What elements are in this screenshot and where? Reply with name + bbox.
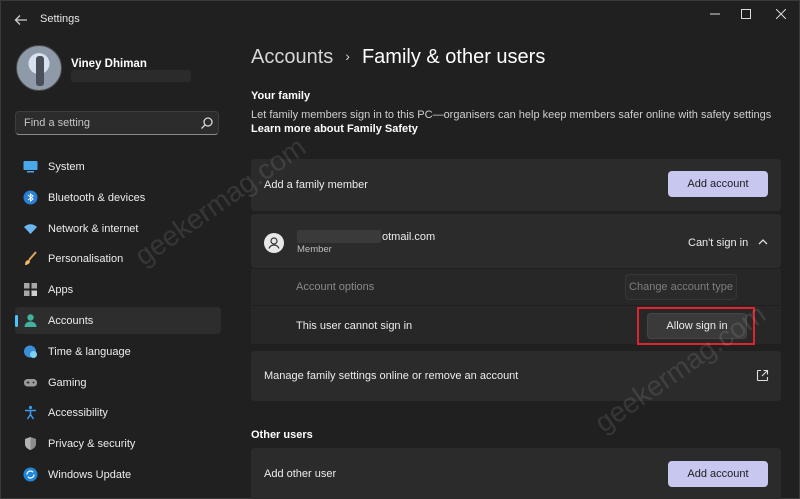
bluetooth-icon — [23, 190, 38, 205]
back-button[interactable] — [11, 10, 31, 30]
wifi-icon — [24, 223, 37, 234]
sidebar-item-apps[interactable]: Apps — [15, 276, 221, 303]
add-other-user-card: Add other user Add account — [251, 448, 781, 499]
sidebar-item-label: Apps — [48, 284, 74, 297]
breadcrumb-separator: › — [345, 48, 350, 64]
maximize-icon — [741, 9, 751, 19]
minimize-icon — [710, 13, 720, 15]
title-bar: Settings — [1, 1, 800, 39]
profile-email-redacted — [71, 70, 191, 82]
sidebar-item-label: Accounts — [48, 314, 94, 327]
sidebar-item-label: Time & language — [48, 345, 131, 358]
active-indicator — [15, 314, 18, 327]
change-account-type-button[interactable]: Change account type — [625, 274, 737, 300]
globe-clock-icon — [24, 345, 37, 358]
sidebar-item-label: Gaming — [48, 376, 87, 389]
email-redacted — [297, 230, 381, 243]
close-icon — [775, 8, 787, 20]
add-family-account-button[interactable]: Add account — [668, 171, 768, 197]
sidebar-item-label: Bluetooth & devices — [48, 191, 146, 204]
member-role: Member — [297, 244, 332, 255]
search-icon[interactable] — [200, 116, 214, 130]
gamepad-icon — [24, 378, 37, 387]
brush-icon — [25, 251, 37, 266]
family-member-card[interactable]: otmail.com Member Can't sign in — [251, 214, 781, 268]
sidebar-item-accessibility[interactable]: Accessibility — [15, 399, 221, 426]
sidebar-item-privacy[interactable]: Privacy & security — [15, 430, 221, 457]
close-button[interactable] — [764, 5, 798, 25]
your-family-heading: Your family — [251, 90, 311, 102]
person-icon — [24, 314, 37, 327]
highlight-box — [637, 307, 755, 345]
breadcrumb: Accounts › Family & other users — [251, 46, 545, 69]
user-icon — [268, 237, 280, 249]
manage-family-card[interactable]: Manage family settings online or remove … — [251, 351, 781, 401]
external-link-icon[interactable] — [756, 369, 769, 382]
sidebar-item-gaming[interactable]: Gaming — [15, 369, 221, 396]
breadcrumb-parent[interactable]: Accounts — [251, 46, 333, 68]
add-family-member-card: Add a family member Add account — [251, 159, 781, 211]
account-options-label: Account options — [296, 281, 375, 293]
update-icon — [23, 467, 38, 482]
sidebar-item-label: System — [48, 161, 85, 173]
sidebar-item-label: Windows Update — [48, 468, 132, 481]
app-title: Settings — [40, 13, 80, 25]
sidebar-item-label: Privacy & security — [48, 438, 136, 451]
profile-name: Viney Dhiman — [71, 58, 147, 70]
manage-family-label: Manage family settings online or remove … — [264, 370, 519, 382]
sidebar-item-label: Accessibility — [48, 407, 108, 420]
add-family-member-label: Add a family member — [264, 179, 368, 191]
shield-icon — [25, 437, 36, 451]
back-arrow-icon — [14, 15, 27, 25]
sidebar-nav: System Bluetooth & devices Network & int… — [15, 153, 221, 492]
account-options-row: Account options Change account type — [251, 269, 781, 305]
sidebar-item-accounts[interactable]: Accounts — [15, 306, 221, 334]
sidebar-item-bluetooth[interactable]: Bluetooth & devices — [15, 184, 221, 211]
sidebar-item-system[interactable]: System — [15, 153, 221, 180]
sidebar-item-network[interactable]: Network & internet — [15, 215, 221, 242]
page-title: Family & other users — [361, 46, 546, 68]
search-input[interactable] — [24, 115, 194, 131]
sidebar-item-personalisation[interactable]: Personalisation — [15, 245, 221, 272]
other-users-heading: Other users — [251, 429, 313, 441]
minimize-button[interactable] — [698, 5, 732, 25]
learn-more-link[interactable]: Learn more about Family Safety — [251, 123, 418, 135]
member-email: otmail.com — [382, 231, 436, 243]
member-avatar — [264, 233, 284, 253]
maximize-button[interactable] — [729, 5, 763, 25]
accessibility-icon — [25, 406, 36, 420]
add-other-user-label: Add other user — [264, 468, 337, 480]
add-other-account-button[interactable]: Add account — [668, 461, 768, 487]
sidebar-item-time-language[interactable]: Time & language — [15, 338, 221, 365]
family-description: Let family members sign in to this PC—or… — [251, 109, 772, 121]
chevron-up-icon[interactable] — [756, 235, 770, 249]
monitor-icon — [23, 161, 38, 173]
sidebar-item-label: Network & internet — [48, 222, 139, 235]
apps-icon — [24, 283, 37, 297]
sidebar-item-label: Personalisation — [48, 253, 124, 266]
member-status: Can't sign in — [688, 237, 749, 249]
search-box[interactable] — [15, 111, 219, 135]
cannot-sign-in-label: This user cannot sign in — [296, 320, 413, 332]
settings-window: Settings Viney Dhiman System — [0, 0, 800, 499]
sidebar-item-windows-update[interactable]: Windows Update — [15, 461, 221, 488]
avatar[interactable] — [16, 45, 62, 91]
